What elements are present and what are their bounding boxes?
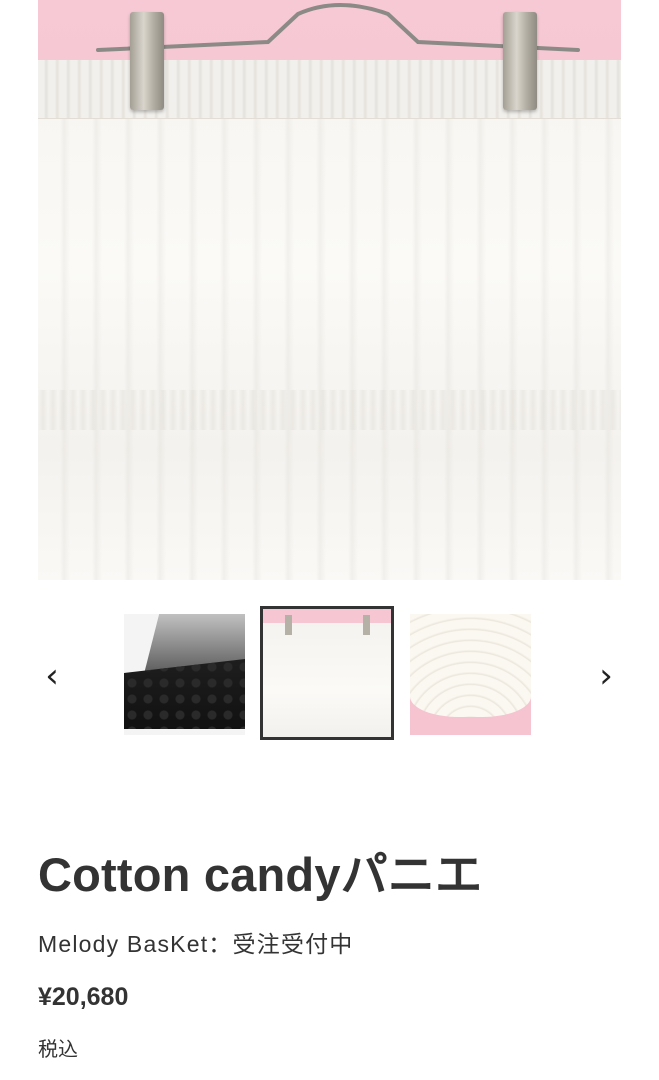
product-price: ¥20,680 xyxy=(38,983,129,1011)
tier-seam xyxy=(38,390,621,430)
thumbnail-carousel: ‹ › xyxy=(0,604,659,744)
product-title: Cotton candyパニエ xyxy=(38,848,483,901)
thumbnail-frills xyxy=(410,614,531,717)
thumbnail-lace xyxy=(124,659,245,729)
thumbnail-clip xyxy=(285,615,292,635)
petticoat-body xyxy=(38,60,621,580)
chevron-left-icon[interactable]: ‹ xyxy=(37,656,67,696)
thumbnail-skirt xyxy=(263,623,391,737)
vendor-label: Melody BasKet：受注受付中 xyxy=(38,931,354,957)
thumbnail-3[interactable] xyxy=(410,614,531,735)
hanger-clip-left xyxy=(130,12,164,110)
hanger-clip-right xyxy=(503,12,537,110)
main-product-image[interactable] xyxy=(38,0,621,580)
thumbnail-clip xyxy=(363,615,370,635)
thumbnail-image xyxy=(263,609,391,737)
chevron-right-icon[interactable]: › xyxy=(591,656,621,696)
thumbnail-image xyxy=(124,614,245,735)
thumbnail-1[interactable] xyxy=(124,614,245,735)
thumbnail-2-selected[interactable] xyxy=(260,606,394,740)
thumbnail-image xyxy=(410,614,531,735)
tax-note: 税込 xyxy=(38,1039,78,1061)
